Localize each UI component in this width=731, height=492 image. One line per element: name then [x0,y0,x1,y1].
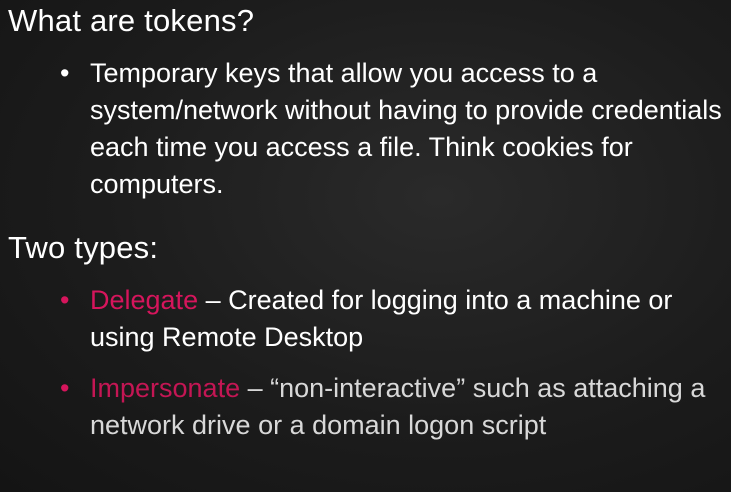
heading-two-types: Two types: [8,230,159,265]
bullet-marker: • [60,285,70,315]
term-delegate: Delegate [90,285,199,315]
bullet-delegate: • Delegate – Created for logging into a … [60,282,725,356]
bullet-body: Delegate – Created for logging into a ma… [90,282,725,356]
heading-what-are-tokens: What are tokens? [8,3,255,38]
term-impersonate: Impersonate [90,373,241,403]
bullet-impersonate: • Impersonate – “non-interactive” such a… [60,370,725,444]
bullet-text: Temporary keys that allow you access to … [90,58,722,199]
bullet-marker: • [60,373,70,403]
slide: What are tokens? • Temporary keys that a… [0,0,731,492]
bullet-body: Impersonate – “non-interactive” such as … [90,370,725,444]
bullet-marker: • [60,58,70,88]
bullet-tokens-definition: • Temporary keys that allow you access t… [60,55,725,203]
